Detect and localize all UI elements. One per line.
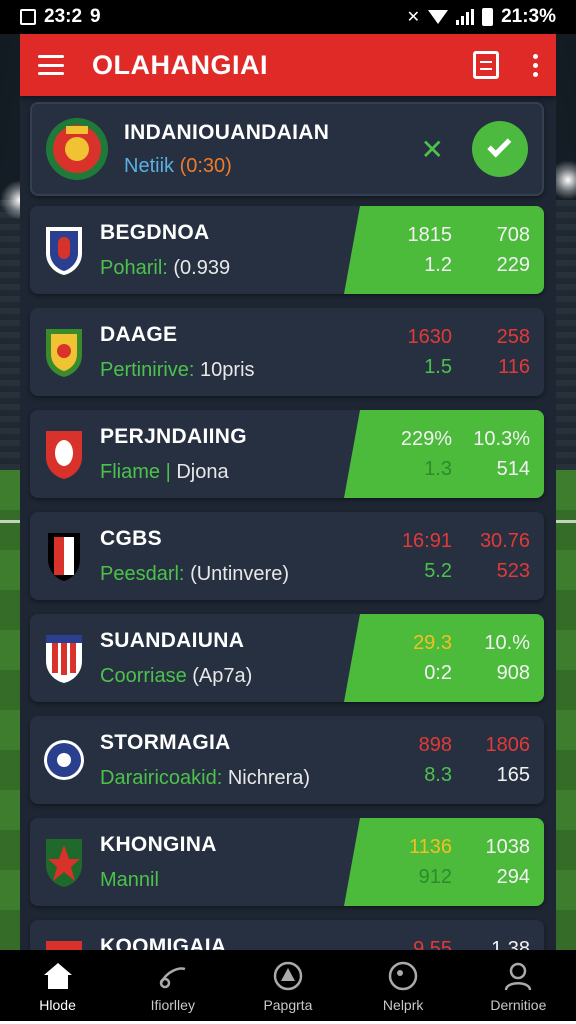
match-card[interactable]: SUANDAIUNA Coorriase (Ap7a) 29.3 10.% 0:2 9…	[30, 614, 544, 702]
nav-label: Papgrta	[263, 997, 313, 1013]
mute-icon: ✕	[406, 9, 421, 26]
team-crest-icon	[44, 116, 110, 182]
featured-match-card[interactable]: INDANIOUANDAIAN Netiik (0:30) ✕	[30, 102, 544, 196]
nav-label: Dernitioe	[490, 997, 547, 1013]
match-card[interactable]: CGBS Peesdarl: (Untinvere) 16:91 30.76 5.2…	[30, 512, 544, 600]
odds-value[interactable]: 1.3	[374, 458, 452, 481]
odds-value[interactable]: 1806	[452, 734, 531, 757]
odds-value[interactable]: 523	[452, 560, 530, 583]
status-time-right: 21:3%	[501, 6, 556, 27]
odds-value[interactable]: 708	[452, 224, 530, 247]
nav-item-ball[interactable]: Nelprk	[353, 961, 453, 1013]
odds-value[interactable]: 16:91	[374, 530, 452, 553]
team-crest-icon	[42, 529, 86, 583]
wifi-icon	[428, 10, 449, 24]
odds-value[interactable]: 1038	[452, 836, 531, 859]
match-card[interactable]: STORMAGIA Darairicoakid: Nichrera) 898 18…	[30, 716, 544, 804]
ball-icon	[387, 961, 419, 991]
nav-item-profile[interactable]: Dernitioe	[468, 961, 568, 1013]
odds-panel: 16:91 30.76 5.2 523	[344, 512, 544, 600]
odds-value[interactable]: 258	[452, 326, 530, 349]
match-card[interactable]: KHONGINA Mannil 1136 1038 912 294	[30, 818, 544, 906]
odds-panel: 1136 1038 912 294	[344, 818, 544, 906]
whistle-icon	[157, 961, 189, 991]
odds-value[interactable]: 898	[374, 734, 452, 757]
confirm-check-button[interactable]	[472, 121, 528, 177]
match-list: INDANIOUANDAIAN Netiik (0:30) ✕ BEGDNOA …	[20, 96, 556, 950]
team-crest-icon	[42, 835, 86, 889]
profile-icon	[502, 961, 534, 991]
odds-panel: 1630 258 1.5 116	[344, 308, 544, 396]
odds-value[interactable]: 1.5	[374, 356, 452, 379]
odds-panel: 1815 708 1.2 229	[344, 206, 544, 294]
odds-value[interactable]: 514	[452, 458, 530, 481]
app-window: OLAHANGIAI INDANIOUANDAIAN Netiik (0:30)…	[20, 34, 556, 950]
odds-value[interactable]: 116	[452, 356, 530, 379]
team-crest-icon	[42, 223, 86, 277]
odds-value[interactable]: 10.3%	[452, 428, 530, 451]
app-bar: OLAHANGIAI	[20, 34, 556, 96]
odds-value[interactable]: 10.%	[452, 632, 530, 655]
nav-label: Nelprk	[382, 997, 424, 1013]
team-crest-icon	[42, 733, 86, 787]
more-options-icon[interactable]	[533, 53, 538, 77]
odds-value[interactable]: 165	[452, 764, 530, 787]
odds-value[interactable]: 8.3	[374, 764, 452, 787]
featured-match-info: Netiik (0:30)	[124, 154, 232, 177]
odds-value[interactable]: 1136	[374, 836, 452, 859]
nav-label: Ifiorlley	[150, 997, 195, 1013]
signal-icon	[456, 9, 475, 25]
close-icon[interactable]: ✕	[421, 133, 444, 166]
nav-item-home[interactable]: Hlode	[8, 961, 108, 1013]
status-bar: 23:2 9 ✕ 21:3%	[0, 0, 576, 34]
team-crest-icon	[42, 937, 86, 950]
odds-value[interactable]: 9.55	[374, 938, 452, 951]
team-crest-icon	[42, 427, 86, 481]
nav-item-whistle[interactable]: Ifiorlley	[123, 961, 223, 1013]
alert-icon	[272, 961, 304, 991]
odds-value[interactable]: 908	[452, 662, 530, 685]
odds-value[interactable]: 1815	[374, 224, 453, 247]
odds-value[interactable]: 229	[452, 254, 530, 277]
odds-value[interactable]: 29.3	[374, 632, 452, 655]
gallery-icon	[20, 9, 36, 25]
odds-value[interactable]: 1.38	[452, 938, 530, 951]
odds-panel: 9.551.383.3100	[344, 920, 544, 951]
home-icon	[42, 961, 74, 991]
team-crest-icon	[42, 325, 86, 379]
status-time-left: 23:2	[44, 6, 83, 27]
match-card[interactable]: KOOMIGAIA Repaecce: (uiaonra) 9.551.383.…	[30, 920, 544, 950]
match-card[interactable]: PERJNDAIING Fliame | Djona 229% 10.3% 1.3 5…	[30, 410, 544, 498]
nav-label: Hlode	[39, 997, 76, 1013]
odds-value[interactable]: 294	[452, 866, 530, 889]
battery-icon	[482, 8, 494, 26]
app-title: OLAHANGIAI	[92, 49, 268, 80]
featured-match-name: INDANIOUANDAIAN	[124, 120, 330, 144]
odds-value[interactable]: 912	[374, 866, 452, 889]
odds-value[interactable]: 1.2	[374, 254, 452, 277]
odds-value[interactable]: 0:2	[374, 662, 452, 685]
odds-value[interactable]: 5.2	[374, 560, 452, 583]
betslip-icon[interactable]	[473, 51, 499, 79]
odds-value[interactable]: 229%	[374, 428, 452, 451]
hamburger-menu-icon[interactable]	[38, 55, 64, 75]
odds-value[interactable]: 1630	[374, 326, 453, 349]
match-card[interactable]: DAAGE Pertinirive: 10pris 1630 258 1.5 116	[30, 308, 544, 396]
odds-panel: 229% 10.3% 1.3 514	[344, 410, 544, 498]
odds-panel: 29.3 10.% 0:2 908	[344, 614, 544, 702]
team-crest-icon	[42, 631, 86, 685]
match-card[interactable]: BEGDNOA Poharil: (0.939 1815 708 1.2 229	[30, 206, 544, 294]
odds-value[interactable]: 30.76	[452, 530, 530, 553]
nav-item-alert[interactable]: Papgrta	[238, 961, 338, 1013]
status-extra: 9	[90, 6, 101, 27]
bottom-navigation: Hlode Ifiorlley Papgrta Nelprk Dernitioe	[0, 950, 576, 1024]
odds-panel: 898 1806 8.3 165	[344, 716, 544, 804]
